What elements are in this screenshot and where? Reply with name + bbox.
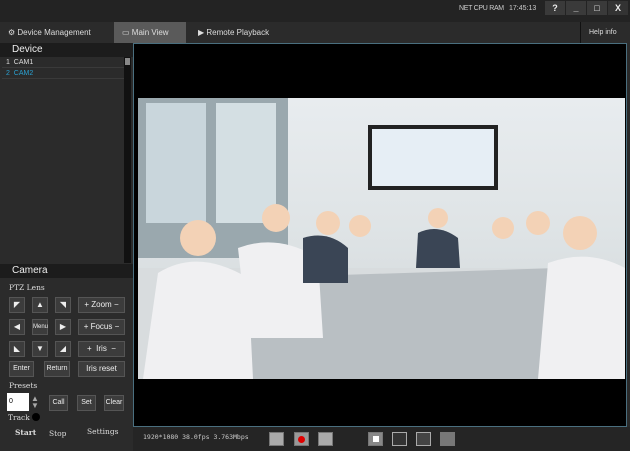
focus-control[interactable]: + Focus −	[78, 319, 125, 335]
preset-call-button[interactable]: Call	[49, 395, 68, 411]
tab-device-management[interactable]: ⚙ Device Management	[0, 22, 113, 43]
stop-icon[interactable]	[368, 432, 383, 446]
track-stop-button[interactable]: Stop	[49, 429, 66, 438]
ptz-label: PTZ Lens	[9, 283, 45, 292]
tab-main-view[interactable]: ▭ Main View	[114, 22, 186, 43]
device-name: CAM1	[13, 59, 34, 66]
snapshot-icon[interactable]	[269, 432, 284, 446]
iris-label: Iris	[96, 344, 107, 353]
ptz-up-right-button[interactable]: ◥	[55, 297, 71, 313]
ptz-down-right-button[interactable]: ◢	[55, 341, 71, 357]
tab-label: Remote Playback	[206, 28, 270, 37]
audio-icon[interactable]	[318, 432, 333, 446]
zoom-control[interactable]: + Zoom −	[78, 297, 125, 313]
stream-info: 1920*1080 38.0fps 3.763Mbps	[143, 433, 249, 441]
maximize-button[interactable]: □	[587, 1, 607, 15]
return-button[interactable]: Return	[44, 361, 70, 377]
enter-button[interactable]: Enter	[9, 361, 34, 377]
tab-remote-playback[interactable]: ▶ Remote Playback	[190, 22, 290, 43]
cpu-label: CPU	[473, 5, 488, 12]
zoom-in-button[interactable]: +	[84, 300, 89, 309]
device-name: CAM2	[13, 70, 34, 77]
ptz-right-button[interactable]: ▶	[55, 319, 71, 335]
status-bar: 1920*1080 38.0fps 3.763Mbps	[133, 427, 630, 451]
track-settings-button[interactable]: Settings	[87, 427, 118, 436]
fullscreen-icon[interactable]	[440, 432, 455, 446]
iris-control[interactable]: + Iris −	[78, 341, 125, 357]
single-view-icon[interactable]	[392, 432, 407, 446]
ptz-down-button[interactable]: ▼	[32, 341, 48, 357]
device-list: 1 CAM1 2 CAM2	[2, 57, 124, 263]
quad-view-icon[interactable]	[416, 432, 431, 446]
left-panel: Device 1 CAM1 2 CAM2 Camera PTZ Lens ◤ ▲…	[0, 43, 133, 451]
playback-icon: ▶	[198, 28, 205, 37]
title-bar: NET CPU RAM 17:45:13 ? _ □ X	[0, 0, 630, 22]
tab-bar: ⚙ Device Management ▭ Main View ▶ Remote…	[0, 22, 630, 43]
track-label: Track	[8, 413, 30, 422]
clock: 17:45:13	[509, 5, 537, 12]
help-info-button[interactable]: Help info	[580, 22, 630, 43]
iris-plus-button[interactable]: +	[87, 344, 92, 353]
ptz-left-button[interactable]: ◀	[9, 319, 25, 335]
close-button[interactable]: X	[608, 1, 628, 15]
device-index: 1	[6, 59, 10, 66]
presets-label: Presets	[9, 381, 38, 390]
zoom-out-button[interactable]: −	[114, 300, 119, 309]
preset-spinner[interactable]: ▲ ▼	[31, 395, 39, 410]
ptz-menu-button[interactable]: Menu	[32, 319, 48, 335]
device-index: 2	[6, 70, 10, 77]
resource-stats: NET CPU RAM	[459, 5, 504, 12]
video-view[interactable]	[133, 43, 627, 427]
track-indicator[interactable]	[32, 413, 40, 421]
device-item[interactable]: 1 CAM1	[2, 57, 124, 68]
preset-clear-button[interactable]: Clear	[104, 395, 124, 411]
ptz-down-left-button[interactable]: ◣	[9, 341, 25, 357]
ptz-up-left-button[interactable]: ◤	[9, 297, 25, 313]
device-item[interactable]: 2 CAM2	[2, 68, 124, 79]
track-start-button[interactable]: Start	[15, 428, 36, 437]
focus-label: Focus	[90, 322, 113, 331]
tab-label: Main View	[131, 28, 169, 37]
net-label: NET	[459, 5, 472, 12]
ram-label: RAM	[489, 5, 504, 12]
zoom-label: Zoom	[91, 300, 112, 309]
preset-input[interactable]: 0	[7, 393, 29, 411]
help-button[interactable]: ?	[545, 1, 565, 15]
iris-reset-button[interactable]: Iris reset	[78, 361, 125, 377]
monitor-icon: ▭	[122, 28, 130, 37]
minimize-button[interactable]: _	[566, 1, 586, 15]
focus-minus-button[interactable]: −	[115, 322, 120, 331]
preset-set-button[interactable]: Set	[77, 395, 96, 411]
ptz-up-button[interactable]: ▲	[32, 297, 48, 313]
device-scrollbar[interactable]	[124, 57, 131, 263]
camera-header: Camera	[0, 264, 133, 278]
iris-minus-button[interactable]: −	[111, 344, 116, 353]
devices-icon: ⚙	[8, 28, 16, 37]
tab-label: Device Management	[17, 28, 91, 37]
focus-plus-button[interactable]: +	[84, 322, 89, 331]
record-icon[interactable]	[294, 432, 309, 446]
conference-room-image	[138, 98, 625, 379]
video-frame	[138, 98, 625, 379]
device-header: Device	[0, 43, 133, 57]
